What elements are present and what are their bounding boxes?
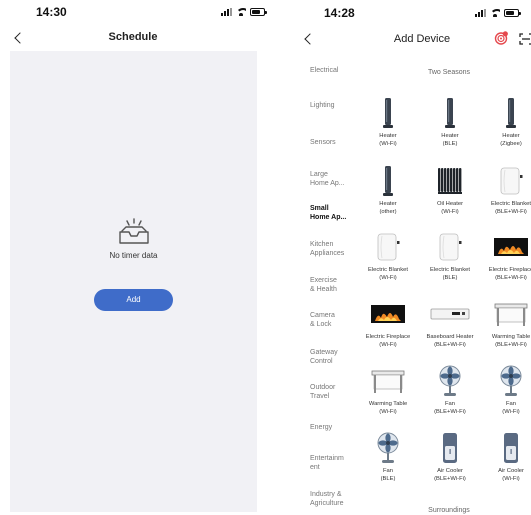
baseboard-heater-icon: [417, 298, 483, 330]
device-item[interactable]: Heater (other): [355, 165, 421, 216]
empty-tray-icon: [119, 218, 149, 244]
status-time: 14:28: [324, 6, 355, 20]
device-label: Electric Blanket (Wi-Fi): [368, 267, 408, 281]
device-item[interactable]: Heater (Wi-Fi): [355, 97, 421, 148]
fireplace-icon: [478, 231, 531, 263]
tower-heater-icon: [355, 97, 421, 129]
add-device-screen: 14:28 Add Device Electrical Lighting Senso…: [297, 0, 531, 515]
category-item[interactable]: Electrical: [310, 66, 362, 75]
page-title: Add Device: [393, 33, 451, 45]
electric-blanket-icon: [478, 165, 531, 197]
device-label: Heater (BLE): [441, 133, 459, 147]
device-item[interactable]: Fan (BLE+Wi-Fi): [417, 365, 483, 416]
device-label: Oil Heater (Wi-Fi): [436, 201, 464, 215]
oil-heater-icon: [417, 165, 483, 197]
status-icons: [475, 9, 521, 17]
device-label: Fan (Wi-Fi): [502, 401, 520, 415]
device-item[interactable]: Electric Blanket (BLE): [417, 231, 483, 282]
device-label: Electric Blanket (BLE+Wi-Fi): [491, 201, 531, 215]
back-button[interactable]: [302, 32, 316, 46]
tower-heater-icon: [478, 97, 531, 129]
device-item[interactable]: Warming Table (BLE+Wi-Fi): [478, 298, 531, 349]
air-cooler-icon: [417, 432, 483, 464]
device-item[interactable]: Baseboard Heater (BLE+Wi-Fi): [417, 298, 483, 349]
battery-icon: [250, 8, 267, 16]
device-label: Warming Table (Wi-Fi): [368, 401, 408, 415]
auto-scan-target-icon[interactable]: [494, 31, 508, 45]
device-label: Heater (other): [379, 201, 397, 215]
add-button[interactable]: Add: [94, 289, 173, 311]
fireplace-icon: [355, 298, 421, 330]
category-item[interactable]: Energy: [310, 423, 362, 432]
fan-icon: [417, 365, 483, 397]
warming-table-icon: [478, 298, 531, 330]
section-title-surroundings: Surroundings: [428, 507, 470, 514]
section-title-two-seasons: Two Seasons: [427, 69, 471, 76]
device-label: Electric Fireplace (BLE+Wi-Fi): [488, 267, 531, 281]
schedule-screen: 14:30 Schedule No timer data Add: [0, 0, 267, 515]
signal-icon: [475, 9, 486, 17]
warming-table-icon: [355, 365, 421, 397]
device-item[interactable]: Heater (BLE): [417, 97, 483, 148]
fan-icon: [355, 432, 421, 464]
page-title: Schedule: [108, 31, 158, 43]
device-label: Fan (BLE+Wi-Fi): [434, 401, 466, 415]
electric-blanket-icon: [355, 231, 421, 263]
electric-blanket-icon: [417, 231, 483, 263]
category-item[interactable]: Gateway Control: [310, 348, 362, 366]
device-label: Electric Fireplace (Wi-Fi): [365, 334, 411, 348]
device-label: Air Cooler (Wi-Fi): [498, 468, 524, 482]
status-time: 14:30: [36, 5, 67, 19]
device-item[interactable]: Heater (Zigbee): [478, 97, 531, 148]
device-label: Air Cooler (BLE+Wi-Fi): [434, 468, 466, 482]
device-label: Electric Blanket (BLE): [430, 267, 470, 281]
air-cooler-icon: [478, 432, 531, 464]
status-icons: [221, 8, 267, 16]
device-item[interactable]: Air Cooler (BLE+Wi-Fi): [417, 432, 483, 483]
wifi-icon: [236, 8, 246, 16]
device-item[interactable]: Electric Fireplace (Wi-Fi): [355, 298, 421, 349]
device-label: Heater (Wi-Fi): [379, 133, 397, 147]
scan-qr-icon[interactable]: [519, 33, 531, 45]
device-item[interactable]: Air Cooler (Wi-Fi): [478, 432, 531, 483]
schedule-content-panel: No timer data Add: [10, 51, 257, 512]
device-item[interactable]: Fan (BLE): [355, 432, 421, 483]
empty-state-text: No timer data: [109, 251, 158, 260]
device-item[interactable]: Warming Table (Wi-Fi): [355, 365, 421, 416]
tower-heater-icon: [417, 97, 483, 129]
device-label: Heater (Zigbee): [500, 133, 522, 147]
battery-icon: [504, 9, 521, 17]
device-item[interactable]: Electric Fireplace (BLE+Wi-Fi): [478, 231, 531, 282]
category-item[interactable]: Industry & Agriculture: [310, 490, 362, 508]
device-label: Warming Table (BLE+Wi-Fi): [491, 334, 531, 348]
wifi-icon: [490, 9, 500, 17]
signal-icon: [221, 8, 232, 16]
device-item[interactable]: Electric Blanket (BLE+Wi-Fi): [478, 165, 531, 216]
device-label: Baseboard Heater (BLE+Wi-Fi): [426, 334, 474, 348]
tower-heater-icon: [355, 165, 421, 197]
device-item[interactable]: Oil Heater (Wi-Fi): [417, 165, 483, 216]
device-item[interactable]: Fan (Wi-Fi): [478, 365, 531, 416]
fan-icon: [478, 365, 531, 397]
device-label: Fan (BLE): [380, 468, 396, 482]
device-item[interactable]: Electric Blanket (Wi-Fi): [355, 231, 421, 282]
